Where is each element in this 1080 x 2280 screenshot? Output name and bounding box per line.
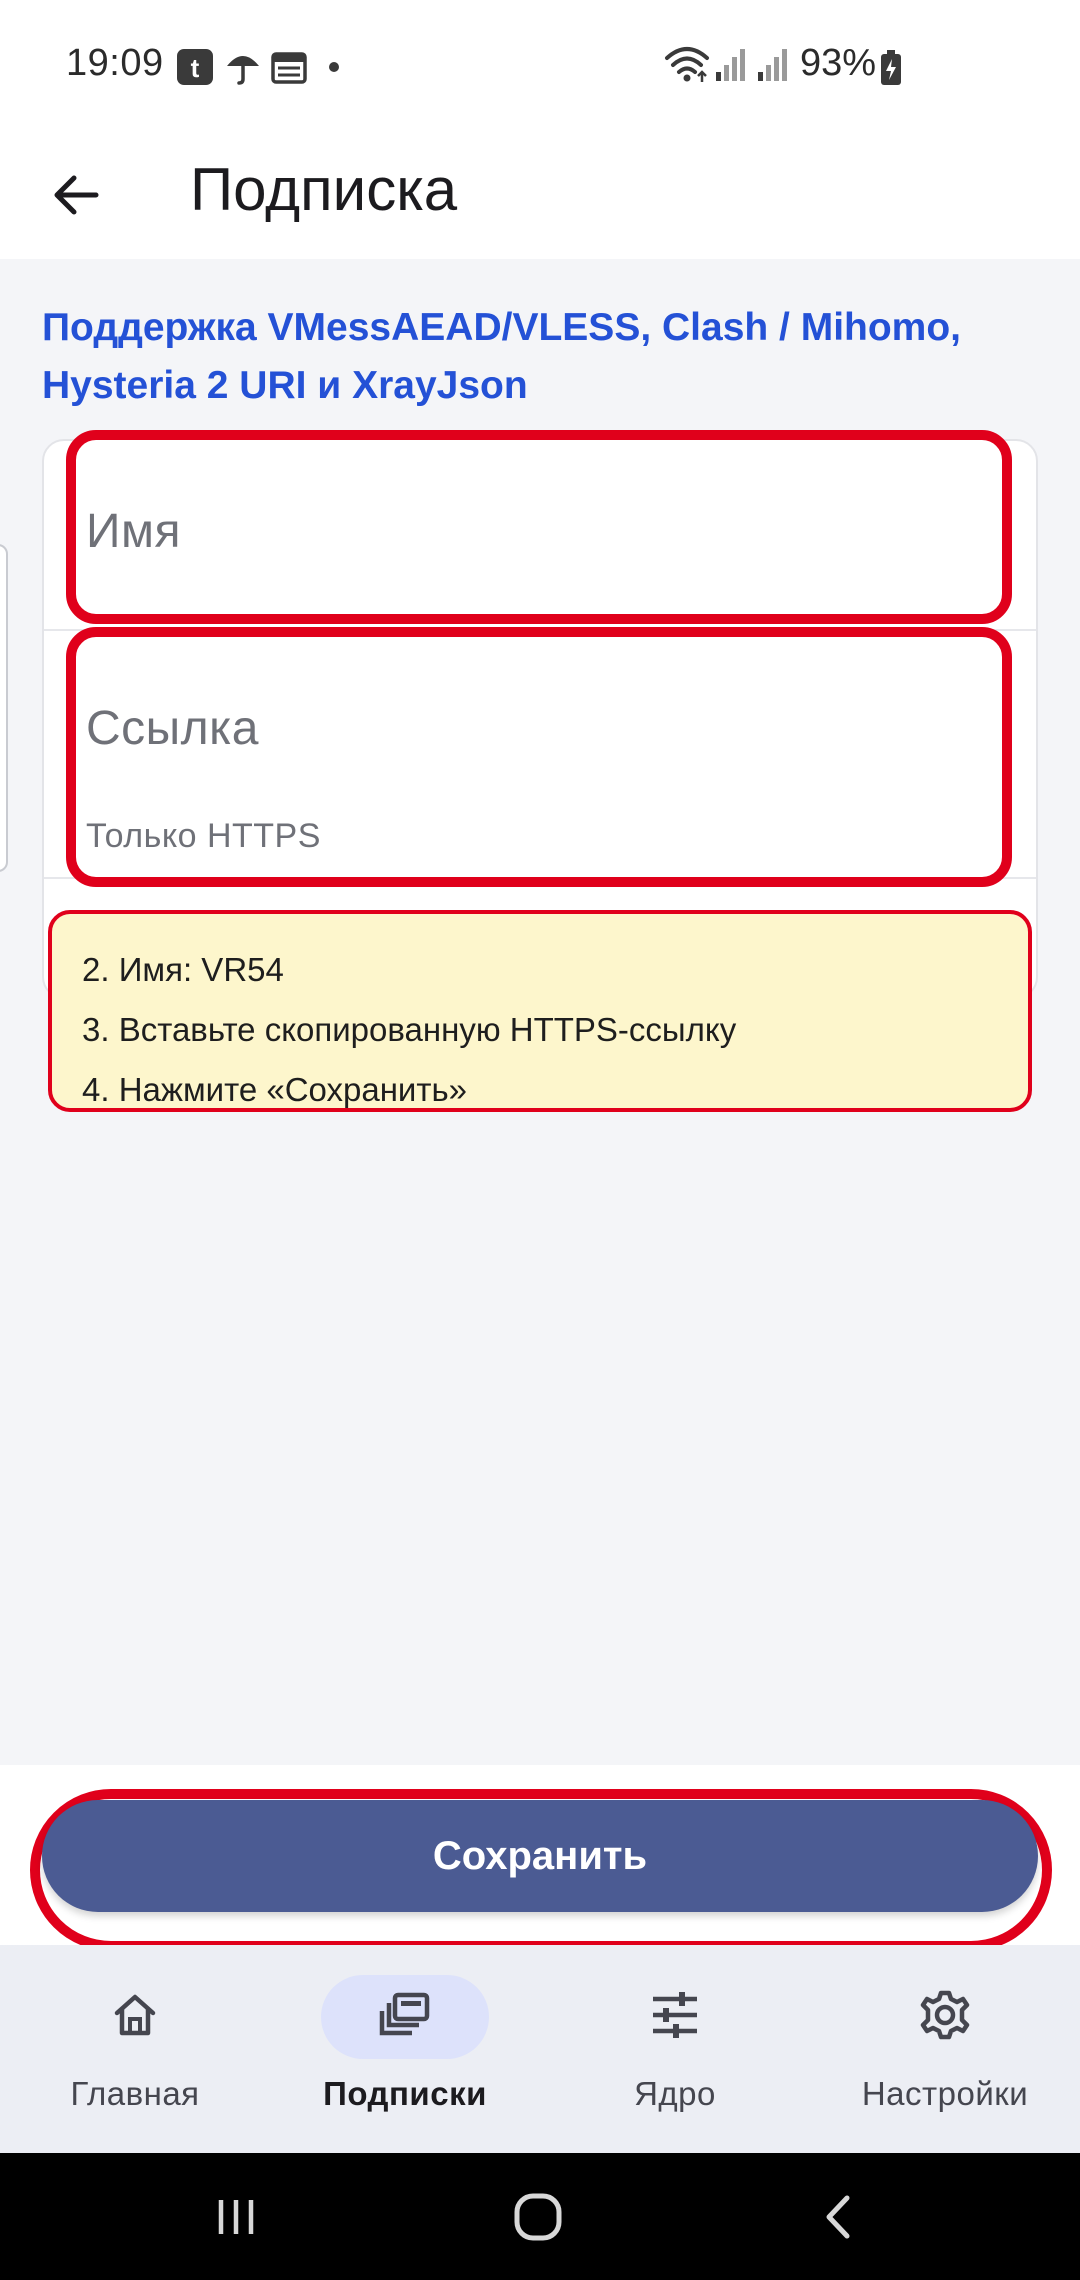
chevron-left-icon (815, 2192, 865, 2247)
nav-pill (591, 1975, 759, 2059)
system-navigation-bar (0, 2153, 1080, 2280)
signal-icon (714, 46, 748, 87)
nav-label-subscriptions: Подписки (323, 2075, 487, 2112)
battery-charging-icon (880, 50, 902, 91)
supported-protocols-text: Поддержка VMessAEAD/VLESS, Clash / Mihom… (42, 306, 962, 407)
url-field-helper-text: Только HTTPS (86, 817, 321, 855)
nav-item-home[interactable]: Главная (0, 1945, 270, 2153)
bottom-navigation: Главная Подписки Ядро Настройки (0, 1945, 1080, 2153)
url-field[interactable]: Ссылка Только HTTPS (66, 627, 1012, 887)
dot-icon (328, 60, 340, 78)
wifi-icon (664, 44, 710, 89)
nav-pill-active (321, 1975, 489, 2059)
hint-line: 4. Нажмите «Сохранить» (82, 1071, 468, 1108)
status-bar: 19:09 t 93% (0, 0, 1080, 135)
nav-pill (51, 1975, 219, 2059)
nav-label-settings: Настройки (861, 2075, 1029, 2112)
hint-line: 3. Вставьте скопированную HTTPS-ссылку (82, 1011, 737, 1048)
gear-icon (918, 1988, 972, 2047)
nav-item-subscriptions[interactable]: Подписки (270, 1945, 540, 2153)
umbrella-icon (224, 48, 262, 91)
page-title: Подписка (190, 156, 458, 223)
tumblr-notification-icon: t (176, 48, 214, 91)
nav-label-home: Главная (70, 2075, 200, 2112)
save-button[interactable]: Сохранить (42, 1800, 1038, 1912)
recent-apps-icon (211, 2192, 261, 2247)
subscriptions-icon (377, 1989, 433, 2046)
nav-item-settings[interactable]: Настройки (810, 1945, 1080, 2153)
side-panel-edge (0, 544, 8, 872)
screen: 19:09 t 93% Подписка Поддержка VMessAEAD… (0, 0, 1080, 2280)
nav-label-core: Ядро (634, 2075, 716, 2112)
name-field-placeholder: Имя (86, 505, 181, 558)
hint-line: 2. Имя: VR54 (82, 951, 284, 988)
home-system-button[interactable] (498, 2179, 578, 2259)
url-field-placeholder: Ссылка (86, 702, 259, 755)
instruction-hint-box: 2. Имя: VR54 3. Вставьте скопированную H… (48, 910, 1032, 1112)
nav-item-core[interactable]: Ядро (540, 1945, 810, 2153)
back-system-button[interactable] (800, 2179, 880, 2259)
svg-text:t: t (191, 53, 200, 83)
recent-apps-button[interactable] (196, 2179, 276, 2259)
signal-icon (756, 46, 790, 87)
calendar-icon (270, 48, 308, 91)
back-button[interactable] (36, 157, 116, 237)
status-time: 19:09 (66, 42, 164, 84)
home-circle-icon (510, 2189, 566, 2250)
arrow-left-icon (50, 169, 102, 226)
name-field[interactable]: Имя (66, 430, 1012, 624)
sliders-icon (649, 1989, 701, 2046)
nav-pill (861, 1975, 1029, 2059)
home-icon (109, 1989, 161, 2046)
app-bar: Подписка (0, 135, 1080, 259)
battery-percent: 93% (800, 42, 877, 84)
